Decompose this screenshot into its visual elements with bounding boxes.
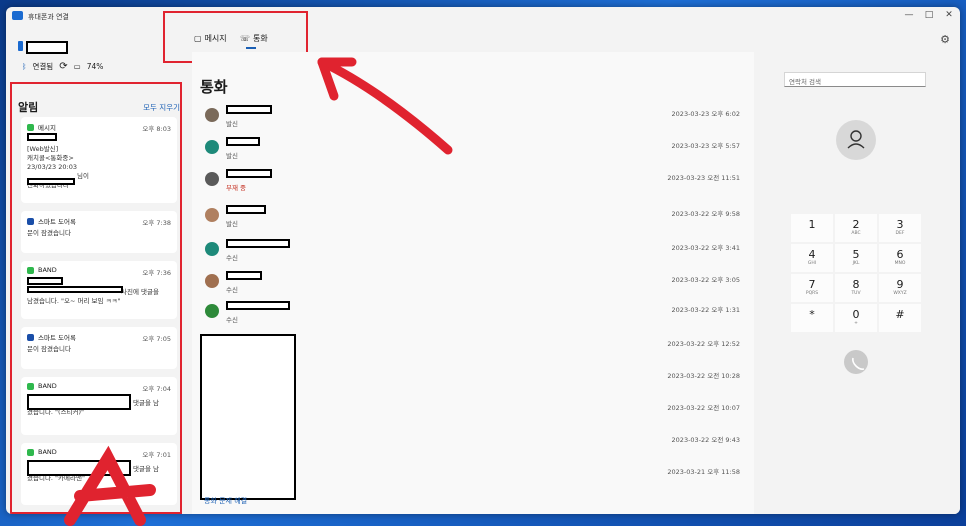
annotation-arrow-shaft	[317, 57, 453, 155]
annotation-letter	[64, 445, 156, 526]
annotation-arrows	[64, 57, 453, 526]
